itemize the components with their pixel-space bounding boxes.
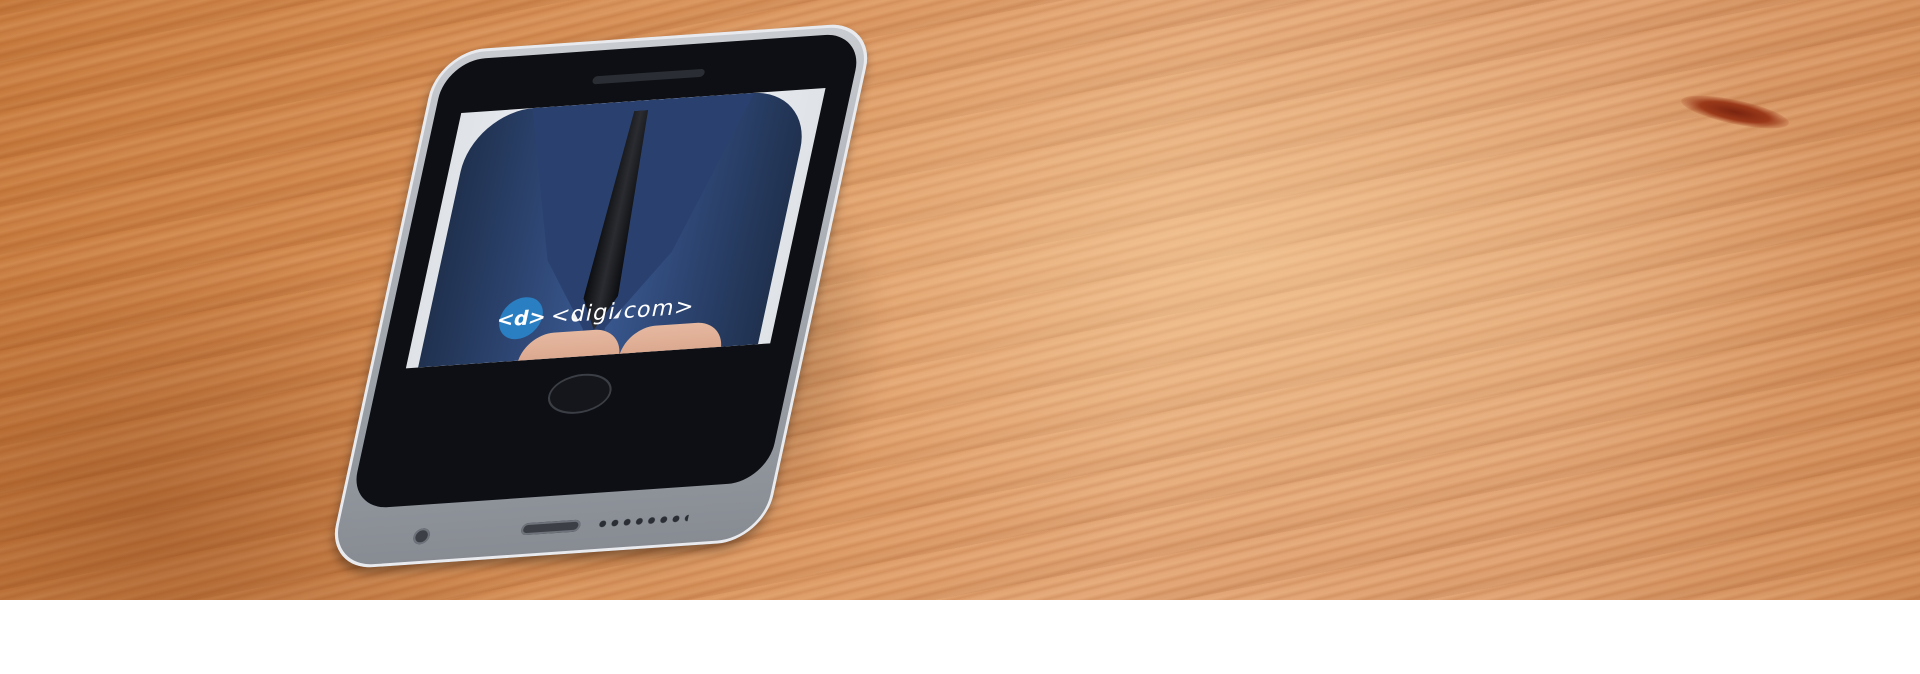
logo-badge-icon: <d> <box>495 295 548 341</box>
wood-knot <box>1678 88 1792 136</box>
home-button[interactable] <box>543 371 616 416</box>
charging-port-icon <box>520 519 582 536</box>
wooden-table-background: <d> <digi com> <box>0 0 1920 674</box>
headphone-jack-icon <box>411 527 432 545</box>
speaker-grille-icon <box>595 514 690 529</box>
earpiece-speaker <box>591 68 706 85</box>
logo-wordmark: <digi com> <box>548 293 698 329</box>
phone-screen: <d> <digi com> <box>405 87 826 369</box>
